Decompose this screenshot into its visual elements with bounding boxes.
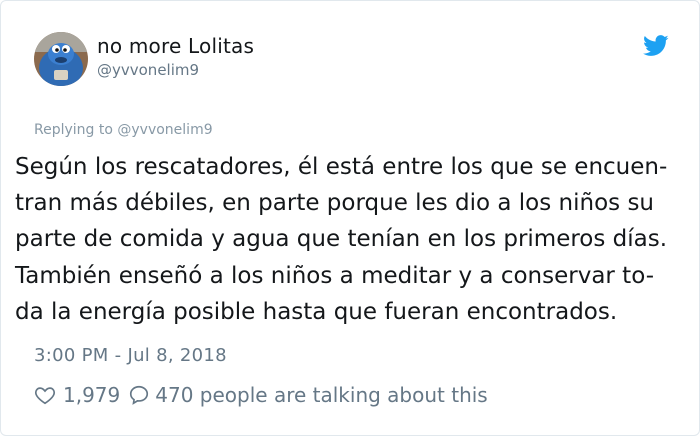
twitter-bird-icon[interactable]: [643, 35, 669, 57]
user-handle[interactable]: @yvvonelim9: [97, 61, 199, 79]
tweet-text-line: Según los rescatadores, él está entre lo…: [15, 154, 668, 180]
heart-icon[interactable]: [34, 384, 56, 406]
tweet-text: Según los rescatadores, él está entre lo…: [15, 149, 700, 330]
talking-about-link[interactable]: 470 people are talking about this: [155, 383, 487, 407]
display-name[interactable]: no more Lolitas: [97, 34, 254, 58]
like-count[interactable]: 1,979: [63, 383, 120, 407]
tweet-text-line: da la energía posible hasta que fueran e…: [15, 298, 618, 325]
tweet-text-line: parte de comida y agua que tenían en los…: [15, 226, 668, 253]
tweet-text-line: También enseñó a los niños a meditar y a…: [15, 262, 654, 289]
tweet-text-line: tran más débiles, en parte porque les di…: [15, 190, 655, 217]
tweet-actions: 1,979 470 people are talking about this: [34, 381, 488, 409]
replying-to-label[interactable]: Replying to @yvvonelim9: [34, 122, 213, 138]
speech-bubble-icon[interactable]: [128, 384, 150, 406]
tweet-card: no more Lolitas @yvvonelim9 Replying to …: [0, 0, 700, 436]
tweet-timestamp[interactable]: 3:00 PM - Jul 8, 2018: [34, 345, 227, 366]
avatar[interactable]: [34, 32, 88, 86]
avatar-image: [34, 32, 88, 86]
